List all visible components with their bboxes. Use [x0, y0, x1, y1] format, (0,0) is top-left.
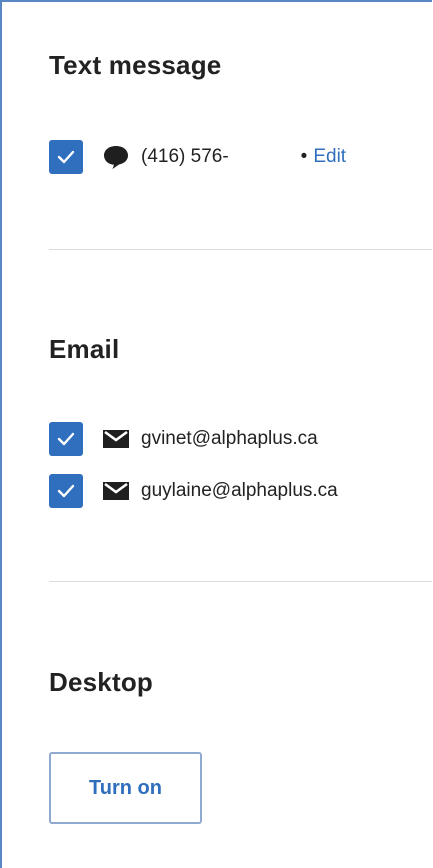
phone-number-redaction	[228, 147, 299, 166]
envelope-icon	[101, 424, 131, 454]
separator-bullet: •	[300, 146, 308, 167]
email-checkbox-1[interactable]	[49, 422, 83, 456]
envelope-icon	[101, 476, 131, 506]
check-icon	[57, 484, 75, 498]
email-checkbox-2[interactable]	[49, 474, 83, 508]
text-message-row: (416) 576- • Edit	[49, 140, 346, 174]
divider	[49, 249, 432, 250]
edit-phone-link[interactable]: Edit	[313, 146, 346, 168]
desktop-heading: Desktop	[49, 667, 153, 697]
email-address: guylaine@alphaplus.ca	[141, 480, 338, 501]
check-icon	[57, 432, 75, 446]
check-icon	[57, 150, 75, 164]
email-heading: Email	[49, 334, 120, 364]
phone-number: (416) 576-	[141, 146, 299, 168]
email-address: gvinet@alphaplus.ca	[141, 428, 318, 449]
text-message-heading: Text message	[49, 50, 222, 80]
turn-on-desktop-button[interactable]: Turn on	[49, 752, 202, 824]
chat-bubble-icon	[101, 142, 131, 172]
email-row: guylaine@alphaplus.ca	[49, 474, 338, 508]
divider	[49, 581, 432, 582]
email-row: gvinet@alphaplus.ca	[49, 422, 318, 456]
text-message-checkbox[interactable]	[49, 140, 83, 174]
phone-number-text: (416) 576-	[141, 146, 229, 167]
notification-settings-panel: Text message (416) 576- • Edit Email gvi…	[0, 0, 432, 868]
